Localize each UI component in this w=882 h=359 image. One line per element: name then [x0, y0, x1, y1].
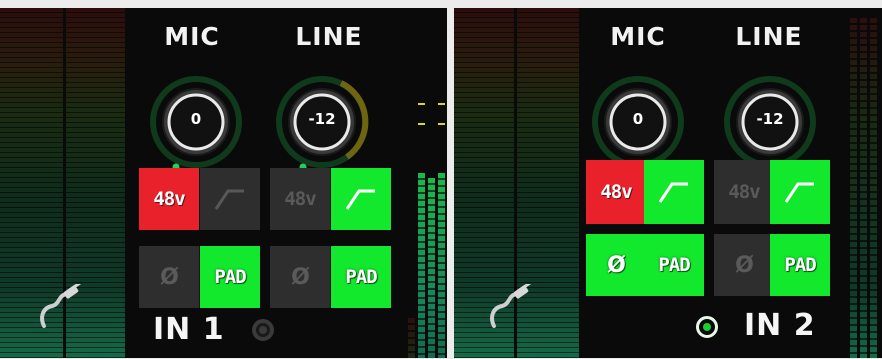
line-gain-value: -12: [308, 110, 336, 128]
line-phantom-48v-button[interactable]: 48v: [714, 160, 774, 224]
phantom-label: 48v: [153, 188, 185, 210]
output-level-meter: [408, 8, 447, 358]
mic-label: MIC: [164, 22, 220, 51]
mic-pad-button[interactable]: PAD: [200, 246, 260, 308]
pad-label: PAD: [345, 266, 377, 288]
channel-select-led[interactable]: [252, 319, 274, 341]
mic-gain-knob[interactable]: 0: [147, 73, 245, 171]
phantom-label: 48v: [600, 181, 632, 203]
mic-polarity-button[interactable]: Ø: [586, 234, 646, 296]
line-highpass-button[interactable]: [770, 160, 830, 224]
mic-gain-value: 0: [632, 110, 644, 128]
pad-label: PAD: [214, 266, 246, 288]
input-channel-1-panel: MIC LINE 0 -12 48v 48v Ø PAD Ø PAD IN 1: [0, 8, 447, 358]
line-pad-button[interactable]: PAD: [770, 234, 830, 296]
phase-invert-icon: Ø: [291, 264, 310, 290]
mic-highpass-button[interactable]: [644, 160, 704, 224]
line-gain-knob[interactable]: -12: [273, 73, 371, 171]
line-label: LINE: [295, 22, 363, 51]
input-controls: MIC LINE 0 -12 48v: [125, 8, 395, 358]
phase-invert-icon: Ø: [607, 252, 626, 278]
phase-invert-icon: Ø: [160, 264, 179, 290]
highpass-filter-icon: [784, 182, 814, 203]
highpass-filter-icon: [345, 189, 375, 210]
highpass-filter-icon: [658, 182, 688, 203]
phase-invert-icon: Ø: [735, 252, 754, 278]
line-gain-knob[interactable]: -12: [721, 73, 819, 171]
mic-gain-knob[interactable]: 0: [589, 73, 687, 171]
line-polarity-button[interactable]: Ø: [714, 234, 774, 296]
pad-label: PAD: [784, 254, 816, 276]
line-highpass-button[interactable]: [331, 168, 391, 230]
pad-label: PAD: [658, 254, 690, 276]
mic-phantom-48v-button[interactable]: 48v: [586, 160, 646, 224]
input-controls: MIC LINE 0 -12 48v: [574, 8, 844, 358]
line-phantom-48v-button[interactable]: 48v: [270, 168, 330, 230]
channel-name: IN 1: [153, 312, 225, 347]
phantom-label: 48v: [284, 188, 316, 210]
input-channel-2-panel: MIC LINE 0 -12 48v 48v Ø PAD Ø PAD IN 2: [454, 8, 882, 358]
mic-phantom-48v-button[interactable]: 48v: [139, 168, 199, 230]
channel-name: IN 2: [744, 308, 816, 343]
mic-polarity-button[interactable]: Ø: [139, 246, 199, 308]
highpass-filter-icon: [214, 189, 244, 210]
line-pad-button[interactable]: PAD: [331, 246, 391, 308]
mic-label: MIC: [610, 22, 666, 51]
output-level-meter: [850, 8, 882, 358]
line-gain-value: -12: [756, 110, 784, 128]
line-label: LINE: [735, 22, 803, 51]
phantom-label: 48v: [728, 181, 760, 203]
mic-pad-button[interactable]: PAD: [644, 234, 704, 296]
mic-gain-value: 0: [190, 110, 202, 128]
jack-cable-icon: [40, 284, 81, 328]
line-polarity-button[interactable]: Ø: [270, 246, 330, 308]
mic-highpass-button[interactable]: [200, 168, 260, 230]
channel-select-led[interactable]: [696, 316, 718, 338]
jack-cable-icon: [490, 284, 531, 328]
